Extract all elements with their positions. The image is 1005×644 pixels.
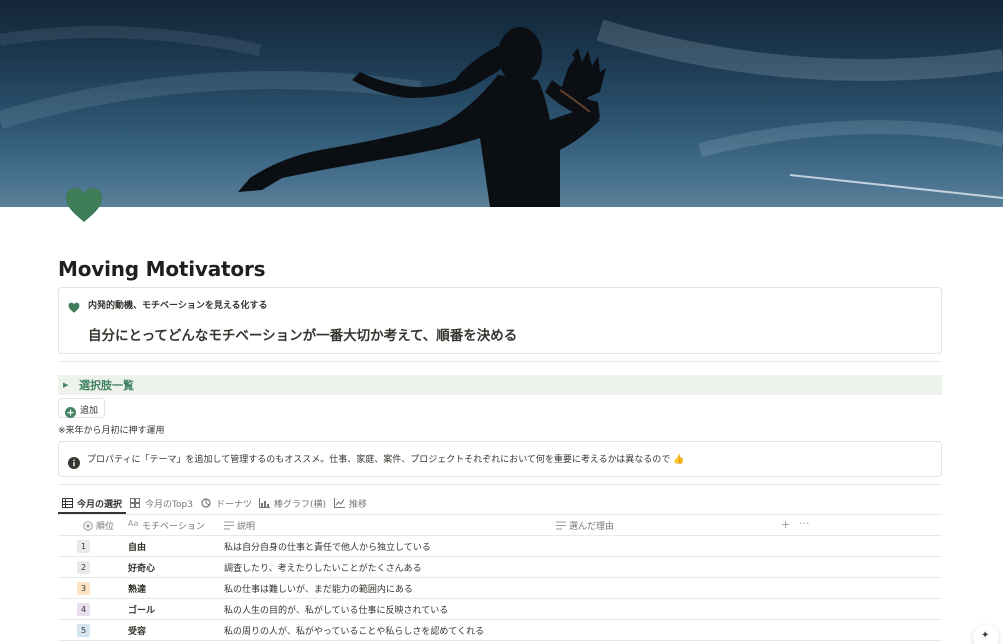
column-label: モチベーション <box>142 522 205 532</box>
intro-callout: 内発的動機、モチベーションを見える化する 自分にとってどんなモチベーションが一番… <box>58 287 942 354</box>
page-title[interactable]: Moving Motivators <box>58 257 266 281</box>
text-lines-icon <box>556 521 566 530</box>
sparkle-icon: ✦ <box>981 630 990 641</box>
table-row[interactable]: 5 受容 私の周りの人が、私がやっていることや私らしさを認めてくれる <box>58 620 942 641</box>
rank-badge[interactable]: 2 <box>77 561 90 574</box>
motivation-cell[interactable]: 受容 <box>128 624 146 637</box>
description-cell[interactable]: 私の仕事は難しいが、まだ能力の範囲内にある <box>224 582 413 595</box>
toggle-triangle-icon[interactable]: ▶ <box>63 381 68 389</box>
rank-badge[interactable]: 1 <box>77 540 90 553</box>
info-callout-text: プロパティに「テーマ」を追加して管理するのもオススメ。仕事、家庭、案件、プロジェ… <box>87 455 685 465</box>
green-heart-icon <box>68 299 80 313</box>
ai-help-button[interactable]: ✦ <box>973 625 999 644</box>
motivation-cell[interactable]: 自由 <box>128 540 146 553</box>
rank-badge[interactable]: 4 <box>77 603 90 616</box>
table-icon <box>62 498 73 508</box>
more-options-icon[interactable]: ··· <box>799 517 810 530</box>
text-lines-icon <box>224 521 234 530</box>
table-header: 順位 Aa モチベーション 説明 選んだ理由 + ··· <box>58 514 942 536</box>
toggle-label: 選択肢一覧 <box>79 379 134 392</box>
callout-subtitle: 内発的動機、モチベーションを見える化する <box>88 301 268 311</box>
description-cell[interactable]: 私は自分自身の仕事と責任で他人から独立している <box>224 540 431 553</box>
description-cell[interactable]: 私の人生の目的が、私がしている仕事に反映されている <box>224 603 448 616</box>
tab-label: 推移 <box>349 500 368 510</box>
line-chart-icon <box>334 498 345 508</box>
column-label: 順位 <box>96 522 115 532</box>
tab-label: ドーナツ <box>216 500 253 510</box>
text-property-icon: Aa <box>128 519 139 528</box>
divider <box>58 484 942 485</box>
rank-icon <box>83 521 93 531</box>
column-label: 説明 <box>237 522 256 532</box>
page-heart-icon[interactable] <box>64 186 104 226</box>
table-row[interactable]: 3 熟達 私の仕事は難しいが、まだ能力の範囲内にある <box>58 578 942 599</box>
gallery-icon <box>130 498 140 508</box>
motivation-cell[interactable]: 好奇心 <box>128 561 155 574</box>
motivation-cell[interactable]: 熟達 <box>128 582 146 595</box>
operation-note: ※来年から月初に押す運用 <box>58 426 165 436</box>
divider <box>58 361 942 362</box>
cover-image <box>0 0 1003 207</box>
options-toggle[interactable]: ▶ 選択肢一覧 <box>58 375 942 395</box>
plus-circle-icon <box>65 403 76 418</box>
callout-heading: 自分にとってどんなモチベーションが一番大切か考えて、順番を決める <box>88 328 518 344</box>
tab-label: 今月の選択 <box>77 500 123 510</box>
info-callout: プロパティに「テーマ」を追加して管理するのもオススメ。仕事、家庭、案件、プロジェ… <box>58 441 942 477</box>
bar-chart-icon <box>259 498 270 508</box>
cover-runner-silhouette <box>0 19 1003 207</box>
table-row[interactable]: 1 自由 私は自分自身の仕事と責任で他人から独立している <box>58 536 942 557</box>
rank-badge[interactable]: 3 <box>77 582 90 595</box>
donut-chart-icon <box>201 498 211 508</box>
tab-label: 今月のTop3 <box>145 500 193 510</box>
table-row[interactable]: 2 好奇心 調査したり、考えたりしたいことがたくさんある <box>58 557 942 578</box>
add-button-label: 追加 <box>80 406 99 416</box>
add-button[interactable]: 追加 <box>58 398 105 418</box>
rank-badge[interactable]: 5 <box>77 624 90 637</box>
info-icon <box>68 454 80 469</box>
column-label: 選んだ理由 <box>569 522 615 532</box>
table-row[interactable]: 4 ゴール 私の人生の目的が、私がしている仕事に反映されている <box>58 599 942 620</box>
description-cell[interactable]: 私の周りの人が、私がやっていることや私らしさを認めてくれる <box>224 624 484 637</box>
motivation-cell[interactable]: ゴール <box>128 603 155 616</box>
add-column-icon[interactable]: + <box>781 518 790 531</box>
tab-label: 棒グラフ(横) <box>274 500 327 510</box>
description-cell[interactable]: 調査したり、考えたりしたいことがたくさんある <box>224 561 422 574</box>
